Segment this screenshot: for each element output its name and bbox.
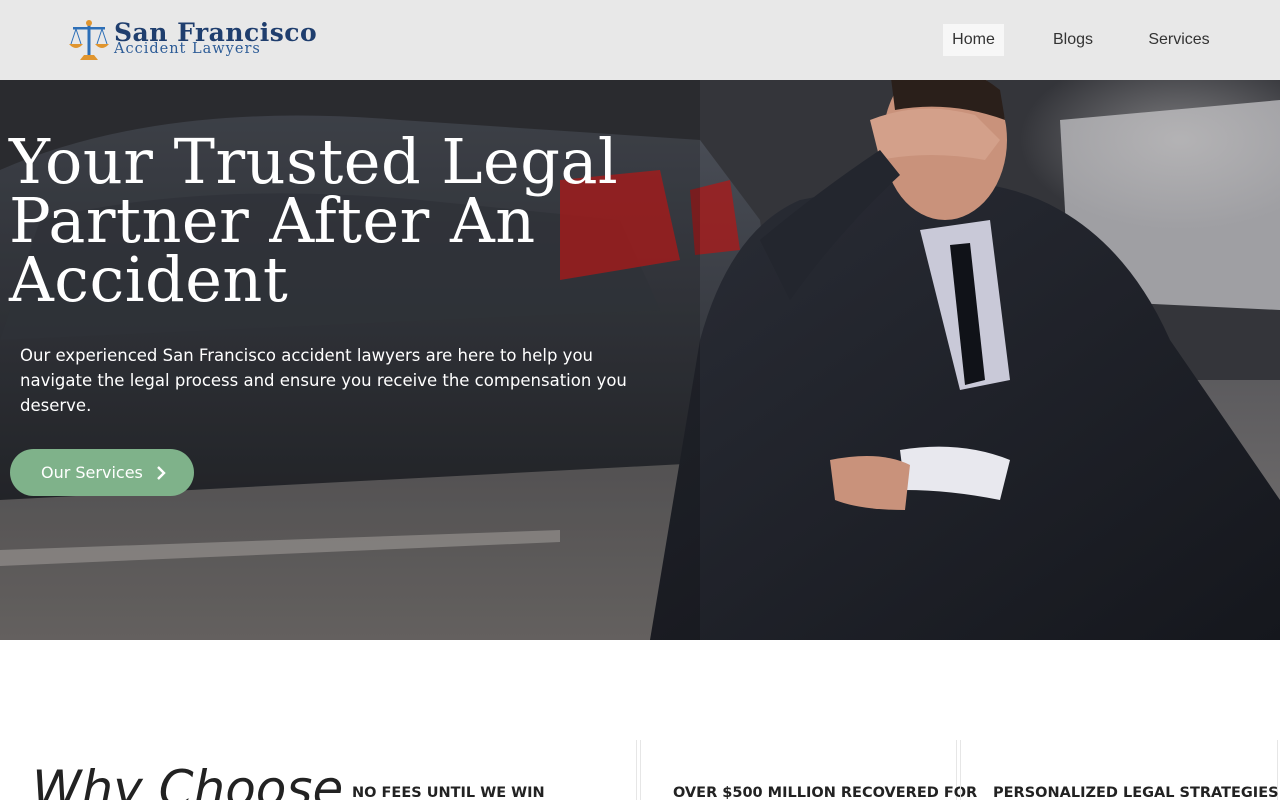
- feature-title: NO FEES UNTIL WE WIN: [352, 785, 545, 800]
- nav-services[interactable]: Services: [1141, 24, 1217, 56]
- feature-card: PERSONALIZED LEGAL STRATEGIES: [960, 740, 1279, 800]
- feature-title: PERSONALIZED LEGAL STRATEGIES: [993, 785, 1279, 800]
- nav-blogs[interactable]: Blogs: [1043, 24, 1103, 56]
- logo-subtitle: Accident Lawyers: [114, 41, 261, 57]
- why-choose-heading: Why Choose: [32, 760, 344, 800]
- nav-home[interactable]: Home: [943, 24, 1004, 56]
- our-services-button-label: Our Services: [41, 463, 143, 482]
- hero-title: Your Trusted Legal Partner After An Acci…: [9, 125, 619, 316]
- feature-card: NO FEES UNTIL WE WIN: [320, 740, 637, 800]
- chevron-right-icon: [157, 465, 166, 480]
- feature-title: OVER $500 MILLION RECOVERED FOR: [673, 785, 978, 800]
- feature-card: OVER $500 MILLION RECOVERED FOR: [640, 740, 977, 800]
- site-logo[interactable]: San Francisco Accident Lawyers: [68, 18, 318, 62]
- our-services-button[interactable]: Our Services: [10, 449, 194, 496]
- scales-of-justice-icon: [69, 20, 109, 60]
- site-header: San Francisco Accident Lawyers Home Blog…: [0, 0, 1280, 80]
- hero-subtitle: Our experienced San Francisco accident l…: [20, 346, 627, 415]
- hero-section: Your Trusted Legal Partner After An Acci…: [0, 80, 1280, 640]
